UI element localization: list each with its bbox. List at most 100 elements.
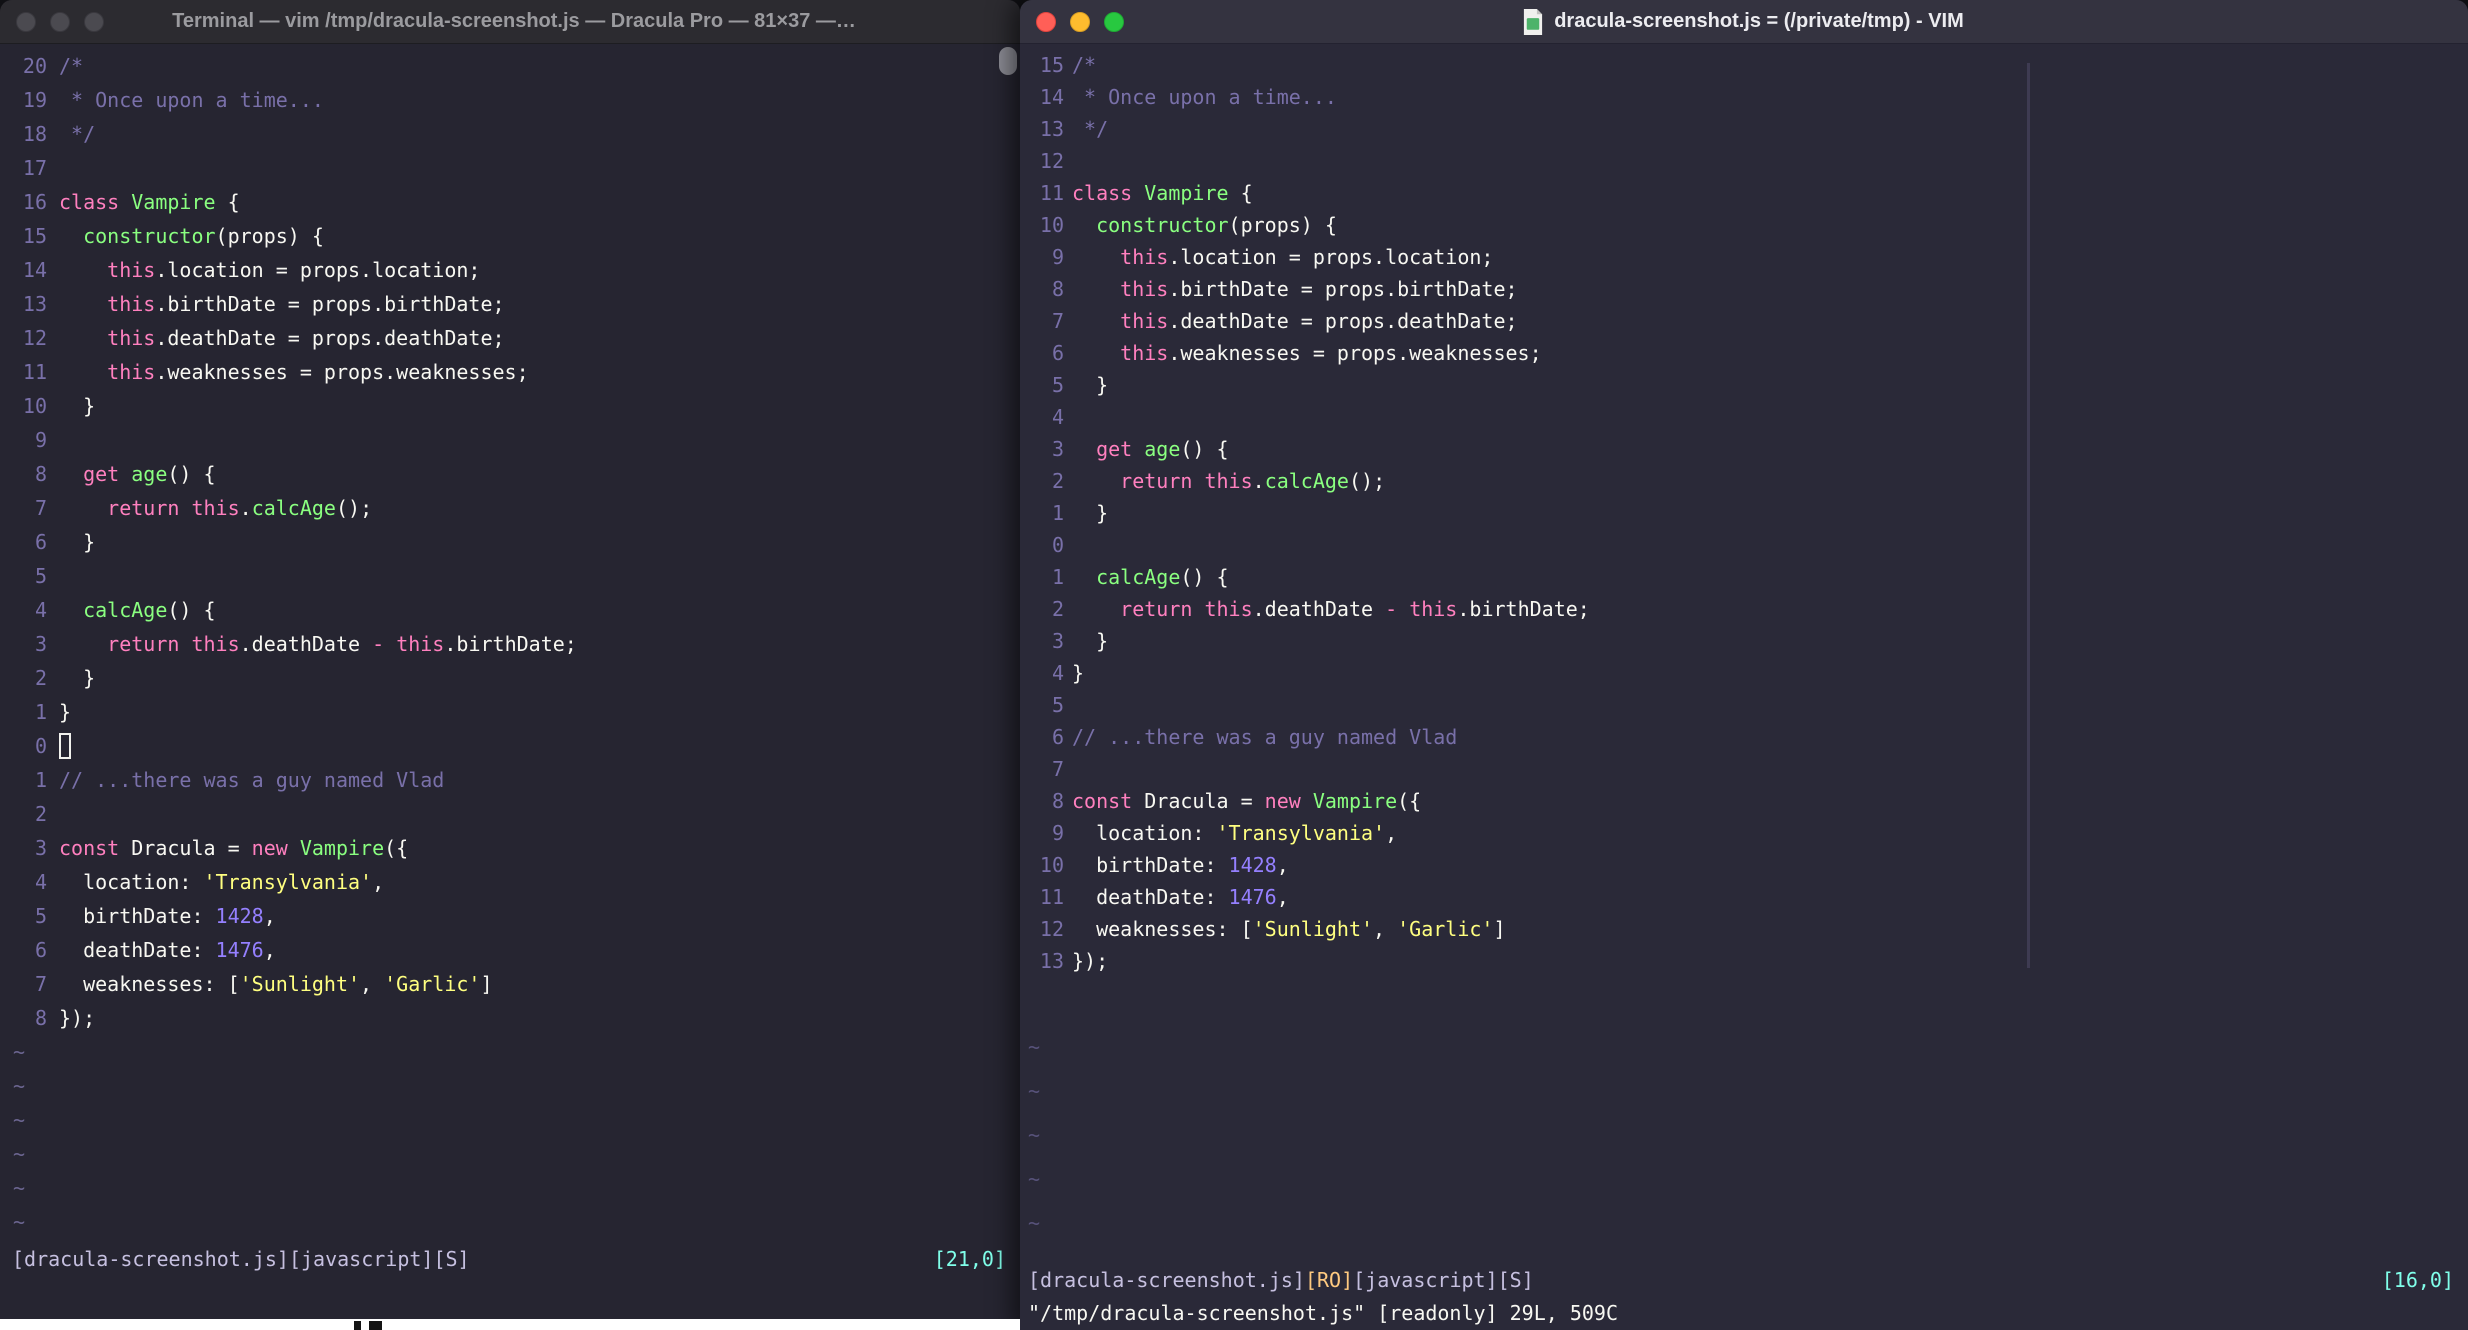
terminal-titlebar[interactable]: Terminal — vim /tmp/dracula-screenshot.j…: [0, 0, 1020, 44]
code-line[interactable]: 6// ...there was a guy named Vlad: [1020, 721, 2468, 753]
line-number: 14: [22, 258, 47, 282]
empty-buffer-tildes: ~ ~ ~ ~ ~: [1028, 1025, 1040, 1245]
code-line[interactable]: 13 */: [1020, 113, 2468, 145]
code-line[interactable]: 12 weaknesses: ['Sunlight', 'Garlic']: [1020, 913, 2468, 945]
empty-line-tilde[interactable]: ~: [0, 1103, 1020, 1137]
code-line[interactable]: 13 this.birthDate = props.birthDate;: [0, 287, 1020, 321]
code-line[interactable]: 12: [1020, 145, 2468, 177]
code-line[interactable]: 5: [0, 559, 1020, 593]
code-line[interactable]: 15/*: [1020, 49, 2468, 81]
code-line[interactable]: 1// ...there was a guy named Vlad: [0, 763, 1020, 797]
code-line[interactable]: 9 location: 'Transylvania',: [1020, 817, 2468, 849]
code-line[interactable]: 1}: [0, 695, 1020, 729]
code-line[interactable]: 1 }: [1020, 497, 2468, 529]
code-line[interactable]: 16 class Vampire {: [0, 185, 1020, 219]
code-line[interactable]: 14 * Once upon a time...: [1020, 81, 2468, 113]
line-number: 6: [34, 530, 47, 554]
code-line[interactable]: 7 weaknesses: ['Sunlight', 'Garlic']: [0, 967, 1020, 1001]
line-number: 10: [1039, 853, 1064, 877]
code-line[interactable]: 11 this.weaknesses = props.weaknesses;: [0, 355, 1020, 389]
code-line[interactable]: 4}: [1020, 657, 2468, 689]
code-line[interactable]: 4 location: 'Transylvania',: [0, 865, 1020, 899]
code-line[interactable]: 2 }: [0, 661, 1020, 695]
code-line[interactable]: 3 const Dracula = new Vampire({: [0, 831, 1020, 865]
code-line[interactable]: 18 */: [0, 117, 1020, 151]
empty-line-tilde[interactable]: ~: [0, 1035, 1020, 1069]
code-line[interactable]: 3 return this.deathDate - this.birthDate…: [0, 627, 1020, 661]
line-number: 18: [22, 122, 47, 146]
vim-cursor: [59, 733, 71, 759]
line-number: 11: [22, 360, 47, 384]
empty-line-tilde: ~: [1028, 1123, 1041, 1147]
macvim-titlebar[interactable]: dracula-screenshot.js = (/private/tmp) -…: [1020, 0, 2468, 44]
code-line[interactable]: 5: [1020, 689, 2468, 721]
code-line[interactable]: 9 this.location = props.location;: [1020, 241, 2468, 273]
empty-line-tilde[interactable]: ~: [0, 1069, 1020, 1103]
code-line[interactable]: 10 birthDate: 1428,: [1020, 849, 2468, 881]
code-line[interactable]: 0: [0, 729, 1020, 763]
empty-line-tilde[interactable]: ~: [0, 1137, 1020, 1171]
code-line[interactable]: 0: [1020, 529, 2468, 561]
vim-buffer-right[interactable]: 15/* 14 * Once upon a time... 13 */ 12 11 cla…: [1020, 49, 2468, 977]
line-number: 4: [1051, 661, 1064, 685]
code-line[interactable]: 8 get age() {: [0, 457, 1020, 491]
vim-scrollbar[interactable]: [2027, 63, 2030, 968]
code-line[interactable]: 2 return this.deathDate - this.birthDate…: [1020, 593, 2468, 625]
code-line[interactable]: 3 get age() {: [1020, 433, 2468, 465]
code-line[interactable]: 7 return this.calcAge();: [0, 491, 1020, 525]
code-line[interactable]: 2 return this.calcAge();: [1020, 465, 2468, 497]
minimize-button[interactable]: [50, 11, 70, 32]
code-line[interactable]: 8});: [0, 1001, 1020, 1035]
occluded-text-fragment: [369, 1321, 382, 1330]
code-line[interactable]: 6 deathDate: 1476,: [0, 933, 1020, 967]
vim-command-line[interactable]: "/tmp/dracula-screenshot.js" [readonly] …: [1020, 1296, 2468, 1330]
zoom-button[interactable]: [1104, 11, 1124, 32]
code-line[interactable]: 20/*: [0, 49, 1020, 83]
code-line[interactable]: 4 calcAge() {: [0, 593, 1020, 627]
line-number: 12: [1039, 149, 1064, 173]
zoom-button[interactable]: [84, 11, 104, 32]
code-line[interactable]: 2: [0, 797, 1020, 831]
code-line[interactable]: 5 birthDate: 1428,: [0, 899, 1020, 933]
line-number: 7: [1051, 757, 1064, 781]
code-line[interactable]: 4: [1020, 401, 2468, 433]
code-line[interactable]: 8 this.birthDate = props.birthDate;: [1020, 273, 2468, 305]
code-line[interactable]: 1 calcAge() {: [1020, 561, 2468, 593]
terminal-scrollbar-thumb[interactable]: [999, 47, 1017, 75]
code-line[interactable]: 6 this.weaknesses = props.weaknesses;: [1020, 337, 2468, 369]
line-number: 13: [1039, 949, 1064, 973]
code-line[interactable]: 12 this.deathDate = props.deathDate;: [0, 321, 1020, 355]
code-line[interactable]: 7 this.deathDate = props.deathDate;: [1020, 305, 2468, 337]
line-number: 8: [34, 1006, 47, 1030]
code-line[interactable]: 6 }: [0, 525, 1020, 559]
line-number: 15: [1039, 53, 1064, 77]
code-line[interactable]: 19 * Once upon a time...: [0, 83, 1020, 117]
code-line[interactable]: 11 deathDate: 1476,: [1020, 881, 2468, 913]
empty-line-tilde[interactable]: ~: [0, 1171, 1020, 1205]
code-line[interactable]: 11 class Vampire {: [1020, 177, 2468, 209]
code-line[interactable]: 7: [1020, 753, 2468, 785]
terminal-window-title: Terminal — vim /tmp/dracula-screenshot.j…: [172, 10, 856, 32]
line-number: 10: [22, 394, 47, 418]
code-line[interactable]: 15 constructor(props) {: [0, 219, 1020, 253]
empty-line-tilde: ~: [1028, 1211, 1041, 1235]
line-number: 7: [34, 972, 47, 996]
minimize-button[interactable]: [1070, 11, 1090, 32]
vim-statusline-right: [dracula-screenshot.js][RO][javascript][…: [1020, 1263, 2468, 1297]
empty-line-tilde[interactable]: ~: [0, 1205, 1020, 1239]
close-button[interactable]: [16, 11, 36, 32]
code-line[interactable]: 9: [0, 423, 1020, 457]
line-number: 2: [34, 802, 47, 826]
code-line[interactable]: 3 }: [1020, 625, 2468, 657]
vim-buffer-left[interactable]: 20/* 19 * Once upon a time... 18 */17 16 cla…: [0, 49, 1020, 1239]
code-line[interactable]: 13});: [1020, 945, 2468, 977]
code-line[interactable]: 17: [0, 151, 1020, 185]
code-line[interactable]: 8 const Dracula = new Vampire({: [1020, 785, 2468, 817]
code-line[interactable]: 5 }: [1020, 369, 2468, 401]
code-line[interactable]: 10 }: [0, 389, 1020, 423]
code-line[interactable]: 14 this.location = props.location;: [0, 253, 1020, 287]
close-button[interactable]: [1036, 11, 1056, 32]
traffic-lights: [0, 11, 118, 32]
line-number: 12: [1039, 917, 1064, 941]
code-line[interactable]: 10 constructor(props) {: [1020, 209, 2468, 241]
